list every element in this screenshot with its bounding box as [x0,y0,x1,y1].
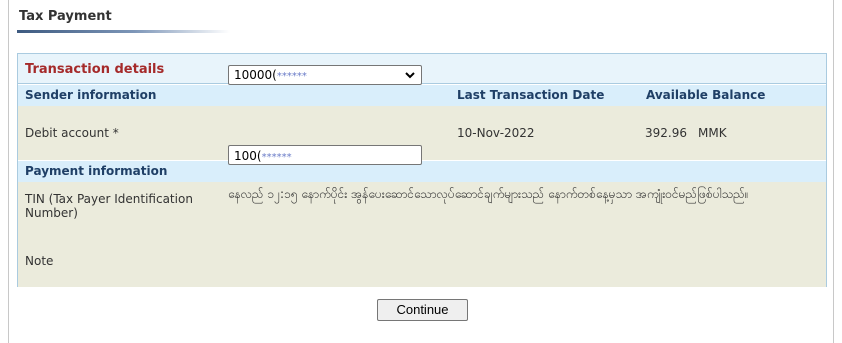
tin-value: 100(****** [234,149,292,163]
masked-digits: ****** [261,152,292,163]
sender-heading: Sender information [25,88,157,102]
payment-header-row: Payment information [18,161,826,182]
last-transaction-date: 10-Nov-2022 [457,126,535,140]
note-label: Note [25,254,54,268]
tin-label-line2: Number) [25,206,78,220]
chevron-down-icon [404,66,416,87]
last-date-heading: Last Transaction Date [457,88,605,102]
debit-account-row: Debit account * 10-Nov-2022 392.96 MMK [18,106,826,160]
continue-button[interactable]: Continue [377,299,468,321]
payment-heading: Payment information [25,164,168,178]
note-text: နေလည် ၁၂:၁၅ နောက်ပိုင်း အွန်ပေးဆောင်သောလ… [228,187,749,201]
balance-currency: MMK [698,126,727,140]
tin-input[interactable]: 100(****** [228,145,422,165]
debit-account-value: 10000(****** [234,68,307,82]
debit-account-select[interactable]: 10000(****** [228,65,422,85]
tin-label-line1: TIN (Tax Payer Identification [25,192,193,206]
available-balance-amount: 392.96 [645,126,687,140]
panel-title: Transaction details [25,62,165,77]
transaction-details-panel: Transaction details Sender information L… [17,53,827,287]
debit-account-label: Debit account * [25,126,119,140]
masked-digits: ****** [276,71,307,82]
panel-header: Transaction details [18,54,826,84]
sender-header-row: Sender information Last Transaction Date… [18,85,826,106]
page-title: Tax Payment [19,9,112,24]
title-underline [17,30,230,33]
balance-heading: Available Balance [646,88,766,102]
